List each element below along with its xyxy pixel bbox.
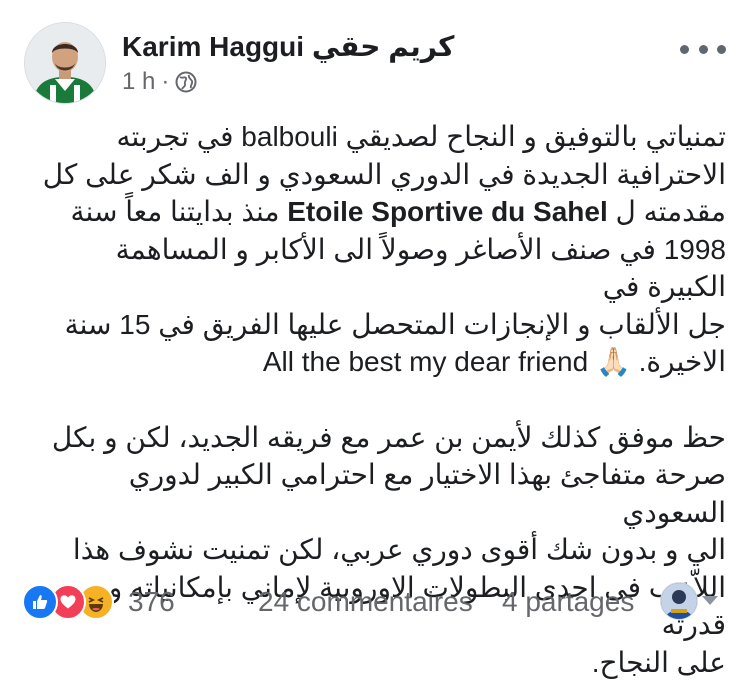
- post-meta: 1 h ·: [122, 68, 197, 96]
- more-dot: [680, 45, 689, 54]
- post-line: صرحة متفاجئ بهذا الاختيار مع احترامي الك…: [38, 456, 726, 531]
- globe-icon: [175, 71, 197, 93]
- praying-hands-icon: 🙏🏻: [596, 346, 631, 377]
- post-line: الاخيرة. All the best my dear friend 🙏🏻: [38, 343, 726, 381]
- shares-link[interactable]: 4 partages: [502, 586, 634, 618]
- more-icon[interactable]: [680, 36, 726, 62]
- club-name-link[interactable]: Etoile Sportive du Sahel: [287, 196, 608, 227]
- comments-link[interactable]: 24 commentaires: [258, 586, 473, 618]
- post-line: الي و بدون شك أقوى دوري عربي، لكن تمنيت …: [38, 531, 726, 569]
- english-wish: All the best my dear friend 🙏🏻: [263, 346, 631, 377]
- reaction-count[interactable]: 376: [128, 586, 175, 618]
- reaction-icons[interactable]: [22, 584, 122, 618]
- text-segment: منذ بدايتنا معاً سنة: [71, 196, 288, 227]
- author-avatar[interactable]: [24, 22, 106, 104]
- post-line: حظ موفق كذلك لأيمن بن عمر مع فريقه الجدي…: [38, 419, 726, 457]
- post-line: جل الألقاب و الإنجازات المتحصل عليها الف…: [38, 306, 726, 344]
- post-line: الاحترافية الجديدة في الدوري السعودي و ا…: [38, 156, 726, 194]
- viewer-avatar[interactable]: [660, 582, 698, 620]
- text-segment: All the best my dear friend: [263, 346, 588, 377]
- post-line: 1998 في صنف الأصاغر وصولاً الى الأكابر و…: [38, 231, 726, 306]
- like-reaction-icon: [22, 584, 58, 620]
- facebook-post: Karim Haggui كريم حقي 1 h · تمنياتي بالت…: [0, 0, 750, 643]
- more-dot: [717, 45, 726, 54]
- text-segment: الاخيرة.: [631, 346, 726, 377]
- post-time[interactable]: 1 h: [122, 68, 155, 96]
- more-dot: [699, 45, 708, 54]
- paragraph-gap: [38, 381, 726, 419]
- post-footer: 376 24 commentaires 4 partages: [0, 572, 750, 628]
- author-name[interactable]: Karim Haggui كريم حقي: [122, 30, 454, 63]
- post-line: مقدمته ل Etoile Sportive du Sahel منذ بد…: [38, 193, 726, 231]
- post-line: على النجاح.: [38, 644, 726, 681]
- avatar-photo: [25, 23, 105, 103]
- text-segment: مقدمته ل: [608, 196, 726, 227]
- post-line: تمنياتي بالتوفيق و النجاح لصديقي balboul…: [38, 118, 726, 156]
- meta-separator: ·: [161, 68, 169, 96]
- chevron-down-icon[interactable]: [702, 596, 718, 605]
